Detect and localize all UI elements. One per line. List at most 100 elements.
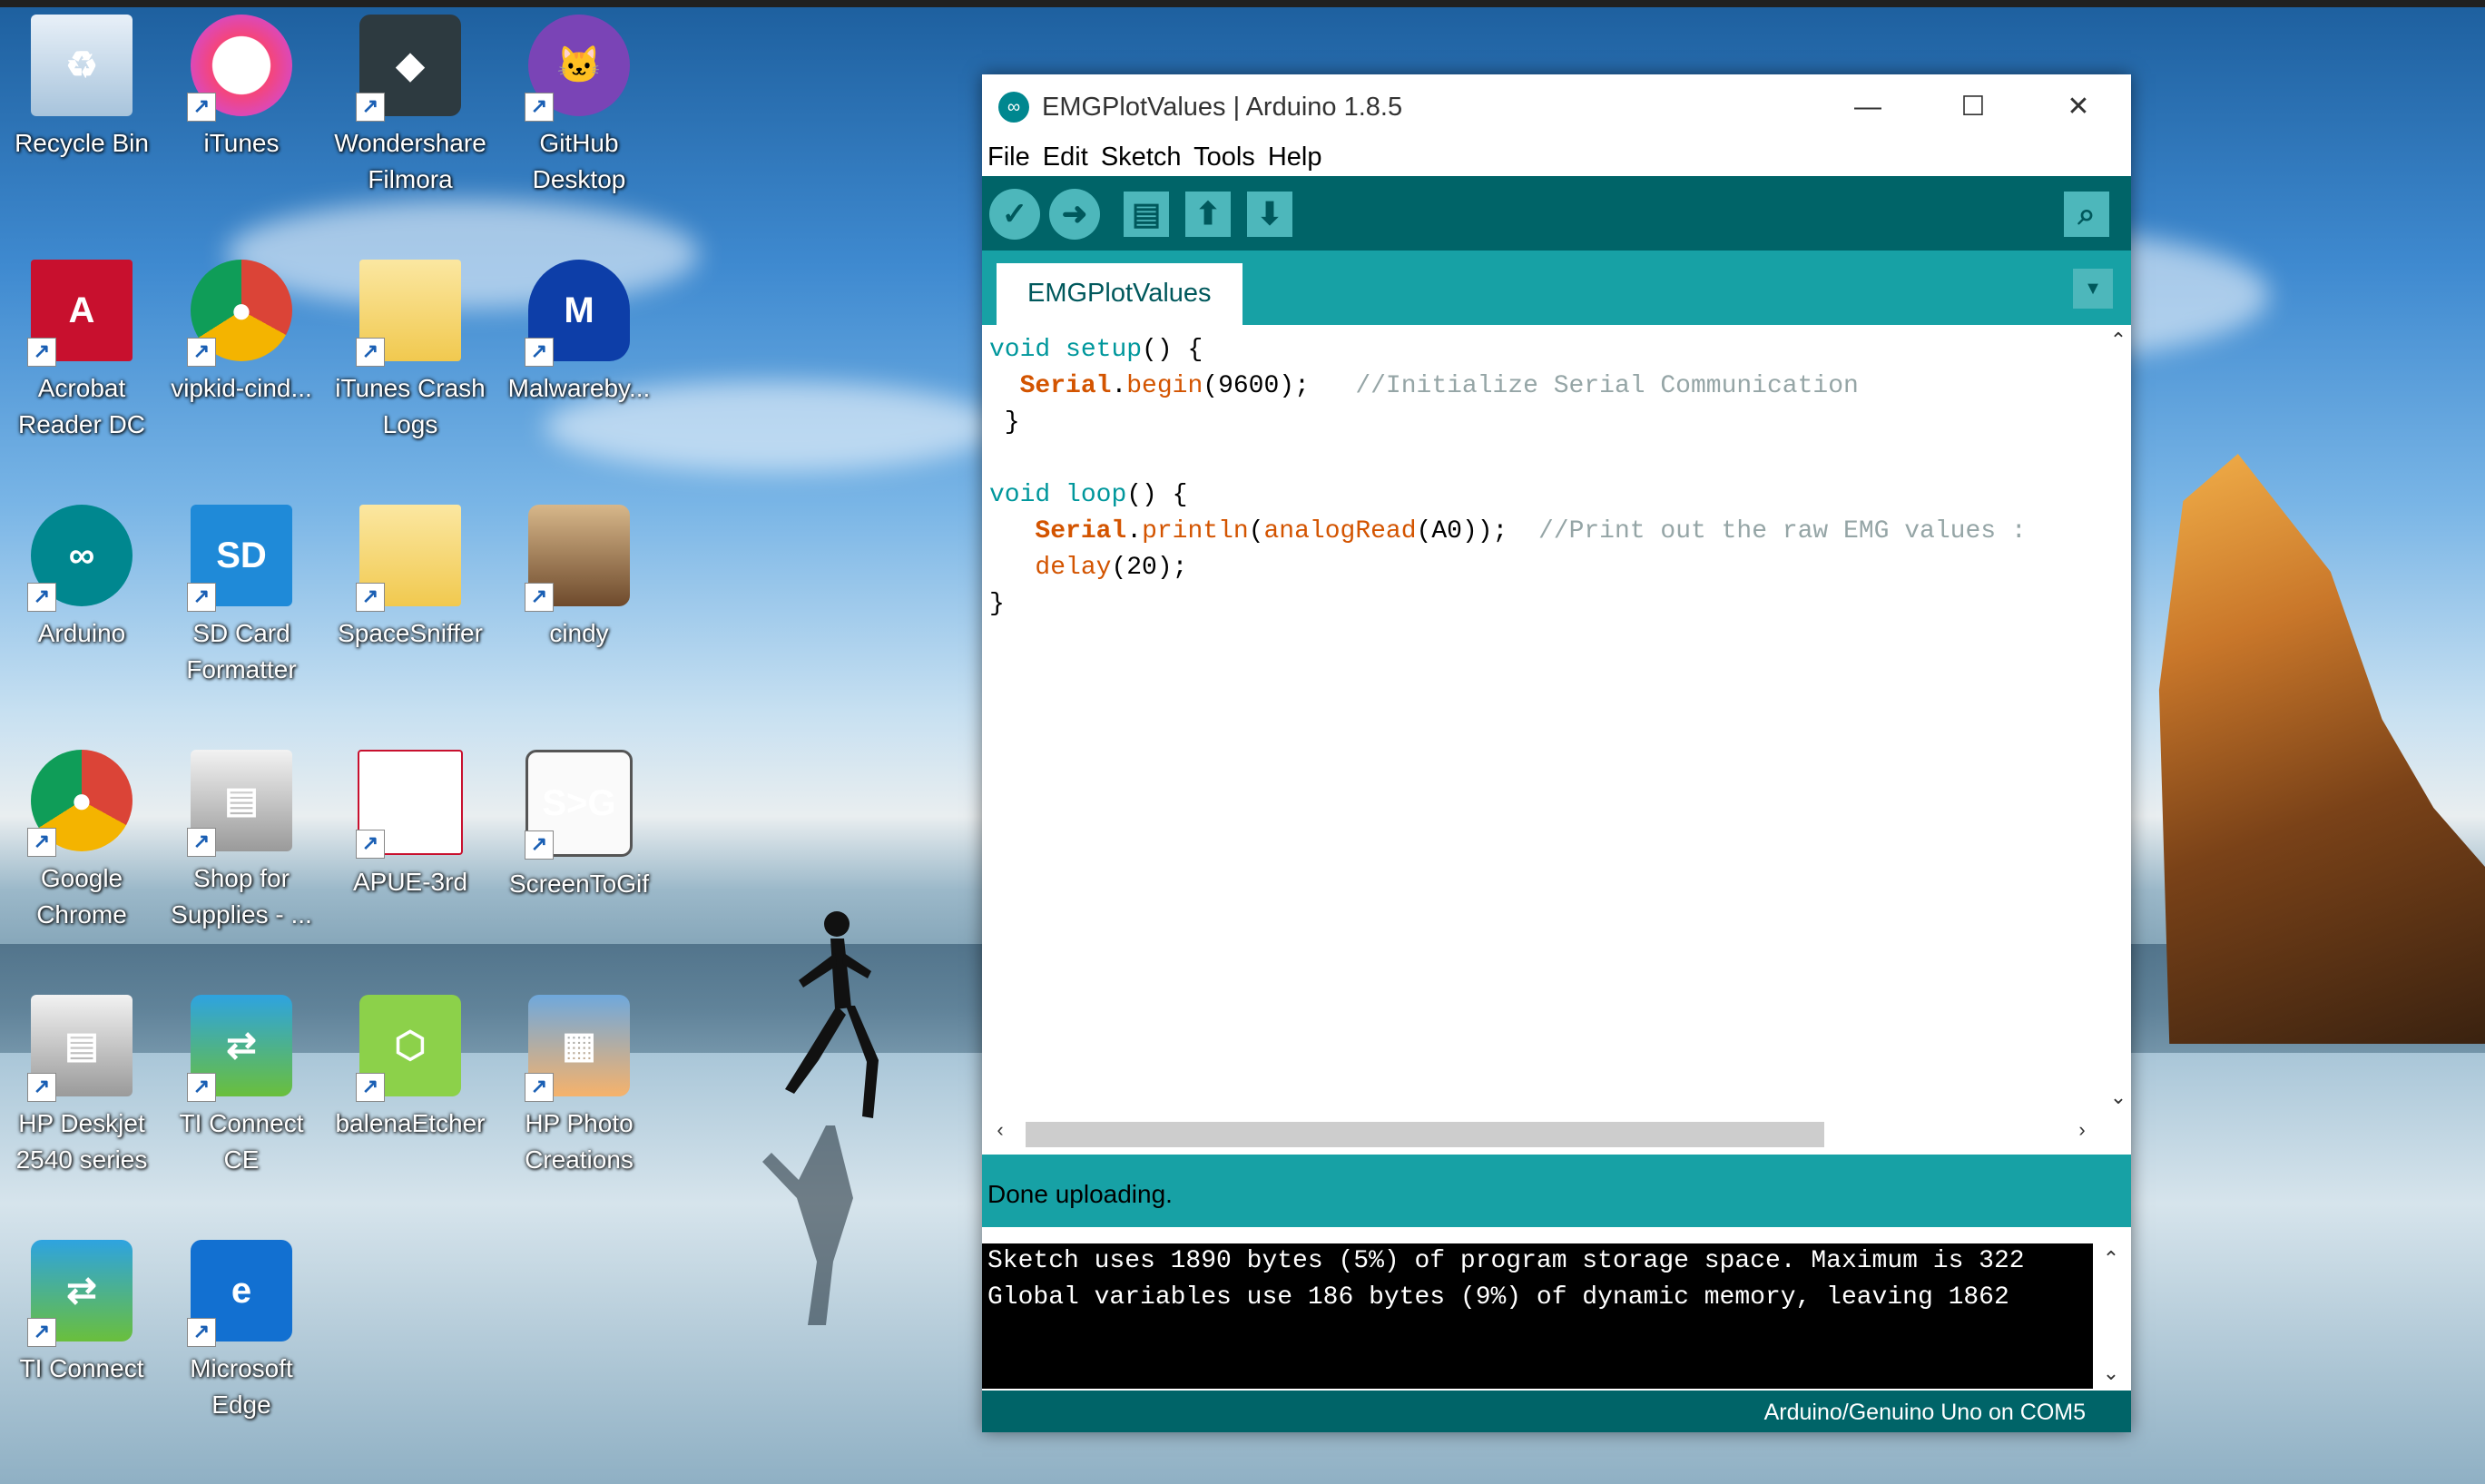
title-bar[interactable]: ∞ EMGPlotValues | Arduino 1.8.5 — ☐ ✕ [982, 74, 2131, 140]
desktop-icon-label: iTunes Crash Logs [335, 374, 486, 438]
desktop-icon-label: Google Chrome [36, 864, 127, 929]
desktop-icon-shop-for-supplies[interactable]: ▤ ↗ Shop for Supplies - ... [160, 750, 323, 933]
shortcut-arrow-icon: ↗ [525, 93, 554, 122]
desktop-icon-recycle-bin[interactable]: ♻ Recycle Bin [0, 15, 163, 162]
code-editor[interactable]: void setup() { Serial.begin(9600); //Ini… [982, 325, 2131, 1113]
menu-edit[interactable]: Edit [1043, 143, 1088, 172]
scroll-up-arrow-icon[interactable]: ⌃ [2098, 1247, 2124, 1271]
new-sketch-button[interactable]: ▤ [1124, 192, 1169, 237]
code-comment: //Initialize Serial Communication [1355, 372, 1859, 400]
desktop-icon-label: TI Connect [19, 1354, 144, 1382]
shortcut-arrow-icon: ↗ [27, 828, 56, 857]
verify-button[interactable]: ✓ [989, 189, 1040, 240]
desktop-icon-label: Acrobat Reader DC [17, 374, 146, 438]
editor-scroll-thumb[interactable] [1026, 1122, 1824, 1147]
maximize-button[interactable]: ☐ [1920, 74, 2026, 140]
desktop-icon-label: Shop for Supplies - ... [171, 864, 312, 929]
desktop-icon-microsoft-edge[interactable]: e ↗ Microsoft Edge [160, 1240, 323, 1423]
desktop-icon-hp-deskjet-2540-series[interactable]: ▤ ↗ HP Deskjet 2540 series [0, 995, 163, 1178]
scroll-down-arrow-icon[interactable]: ⌄ [2106, 1086, 2131, 1109]
chrome-icon: ● ↗ [27, 750, 133, 857]
desktop-icon-cindy[interactable]: ↗ cindy [497, 505, 661, 652]
code-token: (A0)); [1416, 517, 1508, 545]
code-token: Serial [1035, 517, 1127, 545]
console-vertical-scrollbar[interactable]: ⌃ ⌄ [2093, 1243, 2131, 1389]
desktop-icon-itunes-crash-logs[interactable]: ↗ iTunes Crash Logs [329, 260, 492, 443]
scroll-down-arrow-icon[interactable]: ⌄ [2098, 1361, 2124, 1385]
shortcut-arrow-icon: ↗ [187, 828, 216, 857]
desktop-icon-label: Arduino [37, 619, 126, 647]
open-button[interactable]: ⬆ [1185, 192, 1231, 237]
desktop-icon-label: HP Deskjet 2540 series [15, 1109, 148, 1174]
minimize-button[interactable]: — [1815, 74, 1920, 140]
editor-vertical-scrollbar[interactable]: ⌃ ⌄ [2106, 325, 2131, 1113]
desktop-icon-label: GitHub Desktop [532, 129, 626, 193]
arduino-icon: ∞ ↗ [27, 505, 133, 612]
code-token: (20); [1111, 554, 1188, 582]
editor-horizontal-scrollbar[interactable]: ‹ › [982, 1113, 2131, 1155]
menu-file[interactable]: File [987, 143, 1030, 172]
scroll-up-arrow-icon[interactable]: ⌃ [2106, 329, 2131, 352]
board-status-bar: Arduino/Genuino Uno on COM5 [982, 1391, 2131, 1432]
shortcut-arrow-icon: ↗ [187, 1073, 216, 1102]
desktop-icon-label: cindy [549, 619, 609, 647]
arduino-window[interactable]: ∞ EMGPlotValues | Arduino 1.8.5 — ☐ ✕ Fi… [982, 74, 2131, 1432]
desktop-icon-label: Malwareby... [507, 374, 651, 402]
shortcut-arrow-icon: ↗ [187, 93, 216, 122]
printer-icon: ▤ ↗ [187, 750, 292, 857]
desktop-icon-balenaetcher[interactable]: ⬡ ↗ balenaEtcher [329, 995, 492, 1142]
code-token: ( [1248, 517, 1264, 545]
save-button[interactable]: ⬇ [1247, 192, 1292, 237]
scroll-right-arrow-icon[interactable]: › [2069, 1118, 2095, 1142]
desktop-icon-acrobat-reader-dc[interactable]: A ↗ Acrobat Reader DC [0, 260, 163, 443]
desktop-icon-hp-photo-creations[interactable]: ▦ ↗ HP Photo Creations [497, 995, 661, 1178]
recycle-bin-icon: ♻ [31, 15, 133, 116]
code-text[interactable]: void setup() { Serial.begin(9600); //Ini… [989, 332, 2142, 623]
desktop-icon-wondershare-filmora[interactable]: ◆ ↗ Wondershare Filmora [329, 15, 492, 198]
close-button[interactable]: ✕ [2026, 74, 2131, 140]
shortcut-arrow-icon: ↗ [356, 583, 385, 612]
menu-bar: File Edit Sketch Tools Help [982, 140, 2131, 176]
shortcut-arrow-icon: ↗ [27, 583, 56, 612]
tab-emgplotvalues[interactable]: EMGPlotValues [997, 263, 1242, 325]
filmora-icon: ◆ ↗ [356, 15, 461, 122]
scroll-left-arrow-icon[interactable]: ‹ [987, 1118, 1013, 1142]
itunes-icon: ♫ ↗ [187, 15, 292, 122]
code-token: delay [1035, 554, 1112, 582]
status-message: Done uploading. [987, 1180, 1173, 1208]
serial-monitor-button[interactable]: ⌕ [2064, 192, 2109, 237]
desktop-icon-screentogif[interactable]: S>G ↗ ScreenToGif [497, 750, 661, 902]
code-token: analogRead [1263, 517, 1417, 545]
desktop-icon-malwareby[interactable]: M ↗ Malwareby... [497, 260, 661, 407]
desktop-icon-arduino[interactable]: ∞ ↗ Arduino [0, 505, 163, 652]
desktop-icon-google-chrome[interactable]: ● ↗ Google Chrome [0, 750, 163, 933]
code-token: Serial [1019, 372, 1112, 400]
console-output[interactable]: Sketch uses 1890 bytes (5%) of program s… [982, 1243, 2131, 1389]
upload-button[interactable]: ➜ [1049, 189, 1100, 240]
desktop-icon-spacesniffer[interactable]: ↗ SpaceSniffer [329, 505, 492, 652]
board-port-label: Arduino/Genuino Uno on COM5 [1763, 1400, 2086, 1425]
desktop-icon-label: Microsoft Edge [190, 1354, 293, 1419]
desktop-icon-sd-card-formatter[interactable]: SD ↗ SD Card Formatter [160, 505, 323, 688]
menu-tools[interactable]: Tools [1193, 143, 1255, 172]
tab-menu-dropdown[interactable]: ▼ [2073, 269, 2113, 309]
desktop-icon-github-desktop[interactable]: 🐱 ↗ GitHub Desktop [497, 15, 661, 198]
menu-help[interactable]: Help [1268, 143, 1322, 172]
menu-sketch[interactable]: Sketch [1101, 143, 1182, 172]
desktop-icon-label: iTunes [203, 129, 280, 157]
shortcut-arrow-icon: ↗ [27, 338, 56, 367]
shortcut-arrow-icon: ↗ [525, 1073, 554, 1102]
desktop-icon-label: Recycle Bin [15, 129, 149, 157]
tab-bar: EMGPlotValues ▼ [982, 251, 2131, 325]
desktop-icon-vipkid-cind[interactable]: ● ↗ vipkid-cind... [160, 260, 323, 407]
pdf-icon: PDF ↗ [356, 750, 463, 859]
desktop-icon-apue-3rd[interactable]: PDF ↗ APUE-3rd [329, 750, 492, 900]
etcher-icon: ⬡ ↗ [356, 995, 461, 1102]
desktop-icon-label: SD Card Formatter [186, 619, 297, 683]
desktop-icon-itunes[interactable]: ♫ ↗ iTunes [160, 15, 323, 162]
desktop-icon-ti-connect-ce[interactable]: ⇄ ↗ TI Connect CE [160, 995, 323, 1178]
desktop-icon-ti-connect[interactable]: ⇄ ↗ TI Connect [0, 1240, 163, 1387]
folder-icon: ↗ [356, 260, 461, 367]
desktop-icon-label: TI Connect CE [179, 1109, 304, 1174]
code-token: void [989, 481, 1051, 509]
